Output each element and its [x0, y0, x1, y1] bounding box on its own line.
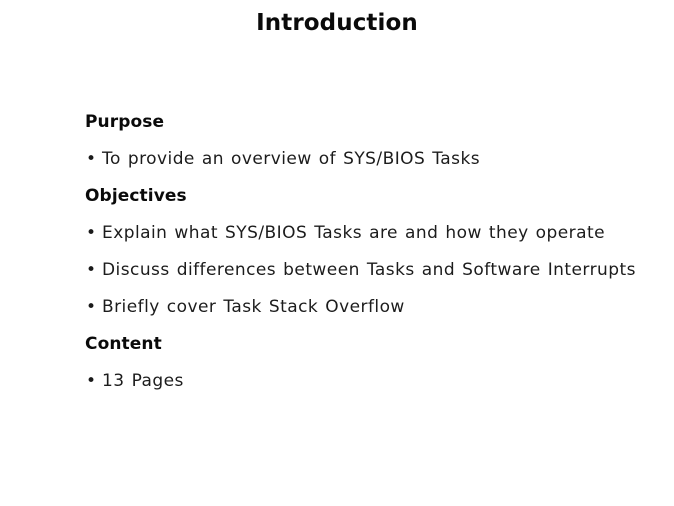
bullet-dot-icon: •	[86, 371, 97, 391]
list-item: • Briefly cover Task Stack Overflow	[85, 297, 645, 334]
list-item: • Explain what SYS/BIOS Tasks are and ho…	[85, 223, 645, 260]
bullet-dot-icon: •	[86, 297, 97, 317]
section-heading-content: Content	[85, 334, 162, 354]
section-objectives: Objectives • Explain what SYS/BIOS Tasks…	[85, 186, 645, 334]
list-item: • 13 Pages	[85, 371, 645, 408]
list-item-label: 13 Pages	[102, 371, 184, 391]
list-item: • To provide an overview of SYS/BIOS Tas…	[85, 149, 645, 186]
list-item-label: To provide an overview of SYS/BIOS Tasks	[102, 149, 481, 169]
slide-canvas: Introduction Purpose • To provide an ove…	[0, 0, 674, 506]
bullet-dot-icon: •	[86, 223, 97, 243]
bullet-dot-icon: •	[86, 260, 97, 280]
slide-body: Purpose • To provide an overview of SYS/…	[85, 112, 645, 408]
section-heading-purpose: Purpose	[85, 112, 165, 132]
list-item-label: Explain what SYS/BIOS Tasks are and how …	[102, 223, 606, 243]
list-item-label: Discuss differences between Tasks and So…	[102, 260, 636, 280]
list-item: • Discuss differences between Tasks and …	[85, 260, 645, 297]
page-title: Introduction	[256, 10, 418, 36]
list-item-label: Briefly cover Task Stack Overflow	[102, 297, 405, 317]
section-purpose: Purpose • To provide an overview of SYS/…	[85, 112, 645, 186]
section-heading-objectives: Objectives	[85, 186, 187, 206]
section-content: Content • 13 Pages	[85, 334, 645, 408]
bullet-dot-icon: •	[86, 149, 97, 169]
